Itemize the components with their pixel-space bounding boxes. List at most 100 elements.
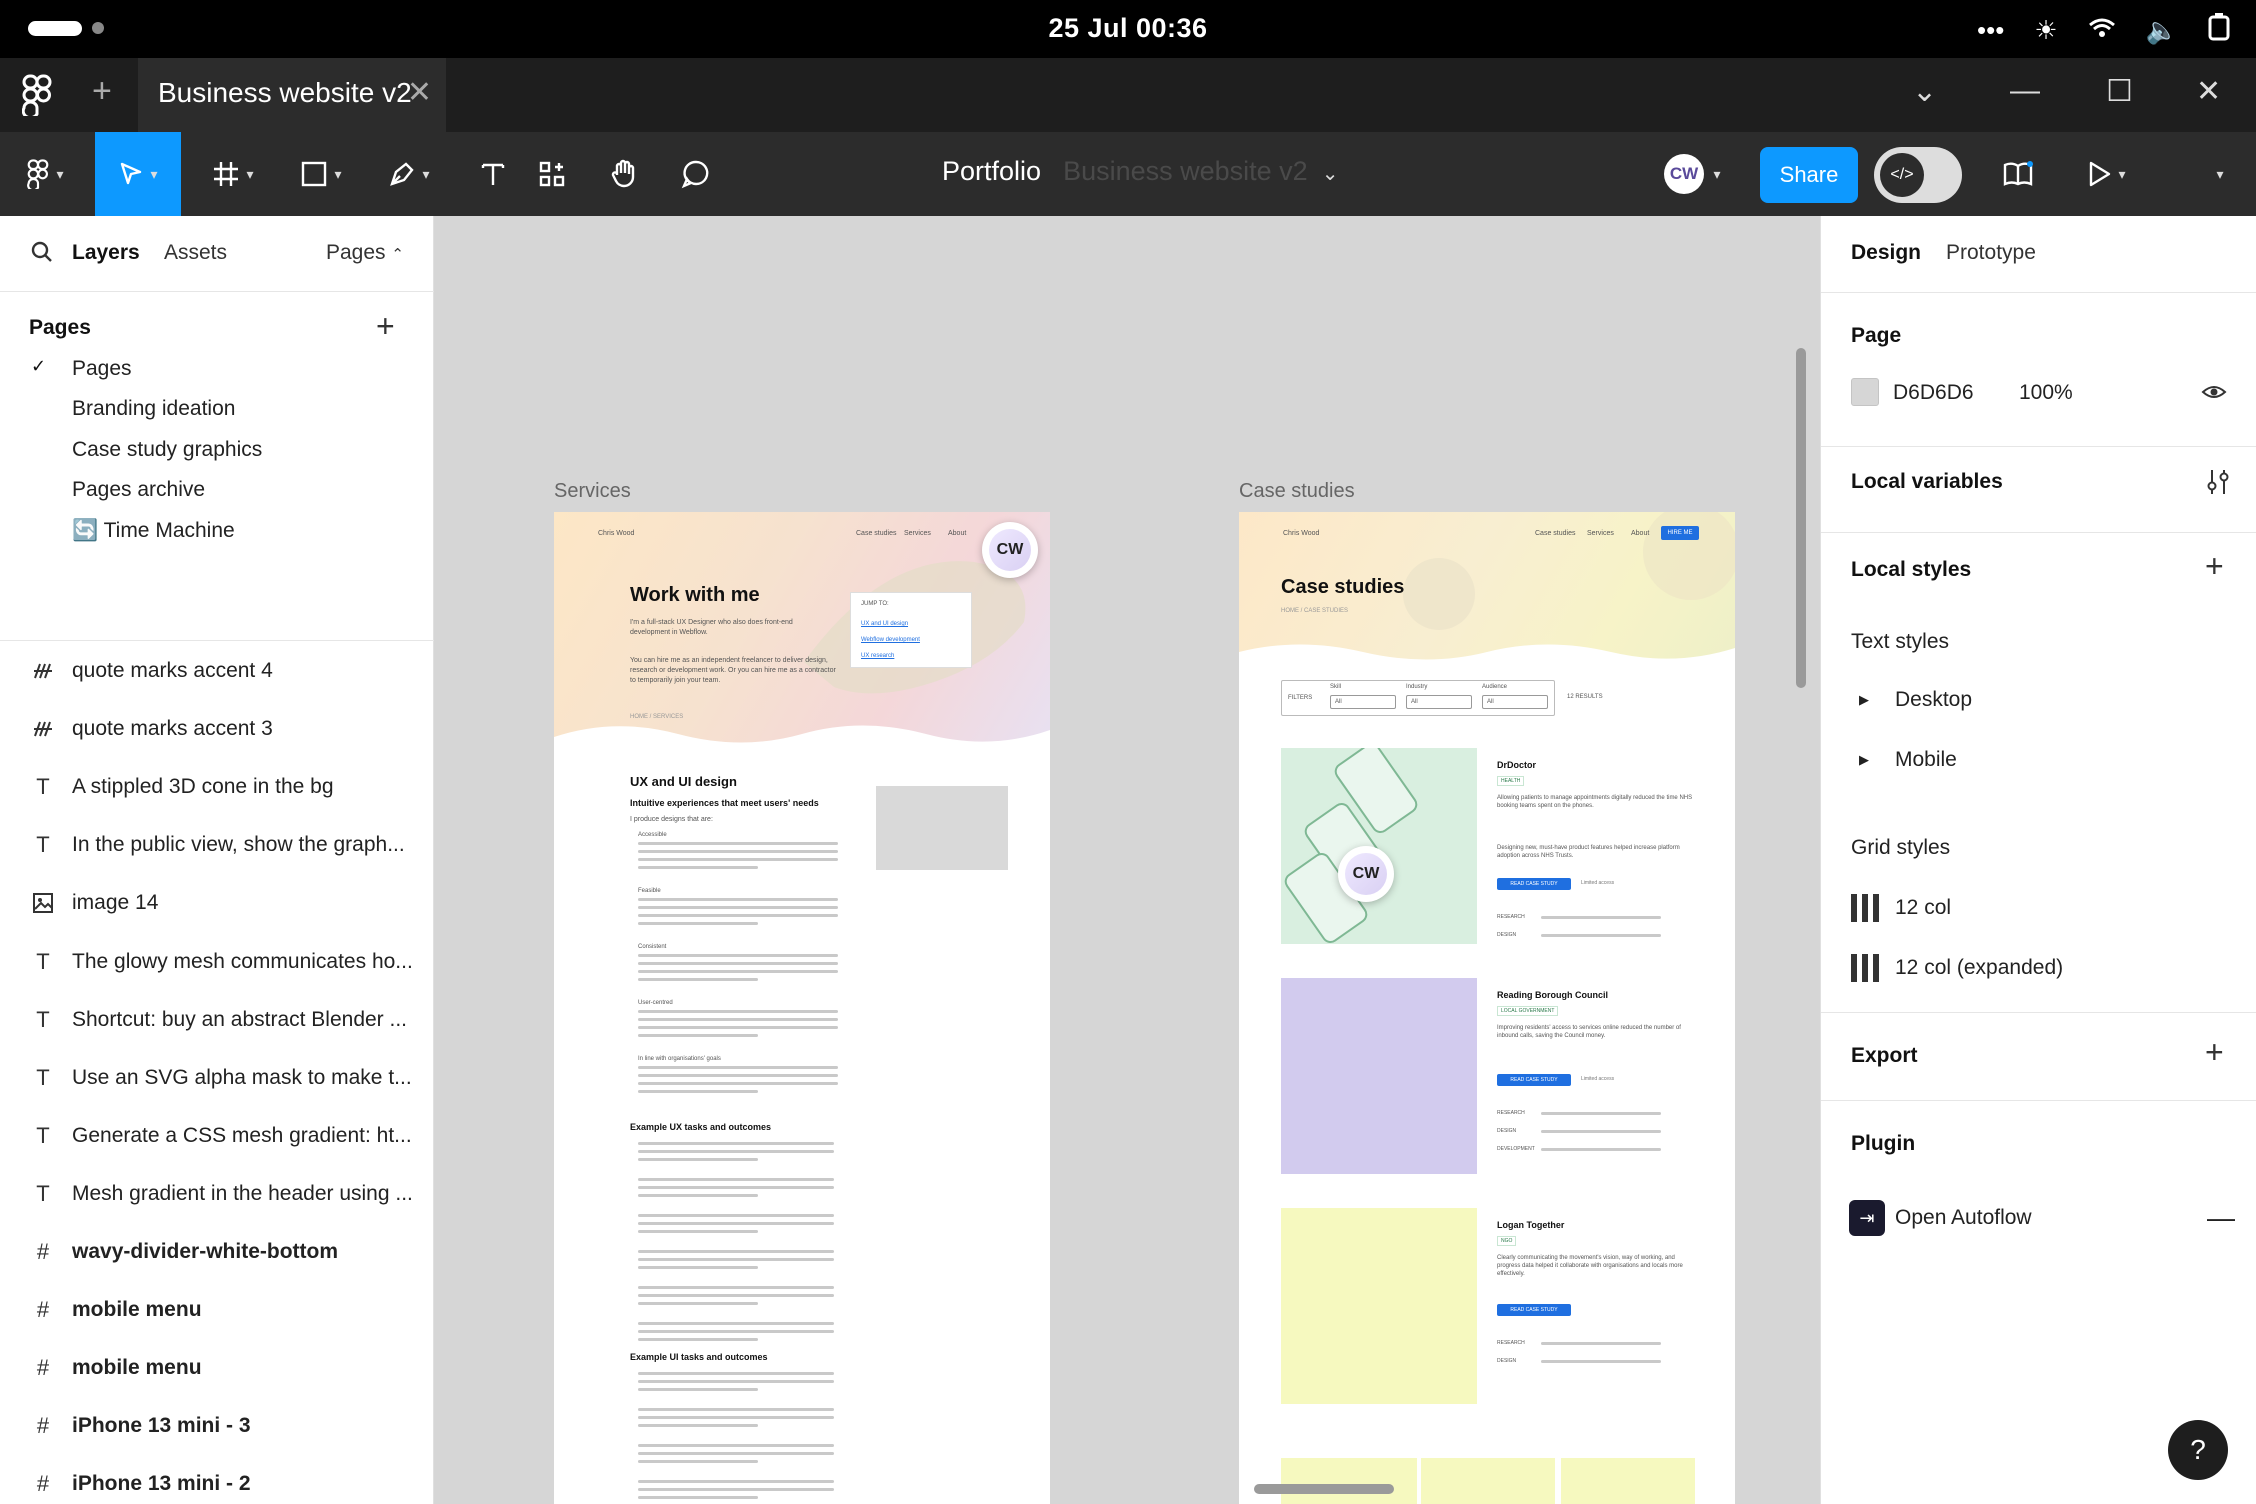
text-style-desktop[interactable]: Desktop (1895, 688, 1972, 712)
design-canvas[interactable]: Services Chris Wood Case studies Service… (434, 216, 1820, 1504)
pages-divider[interactable] (0, 640, 434, 641)
add-export-icon[interactable]: + (2205, 1034, 2224, 1071)
page-item[interactable]: 🔄 Time Machine (0, 502, 434, 560)
layer-row[interactable]: # mobile menu (0, 1281, 434, 1339)
layer-name: image 14 (72, 891, 159, 915)
text-tool-button[interactable] (458, 132, 528, 216)
text-style-mobile[interactable]: Mobile (1895, 748, 1957, 772)
services-frame[interactable]: Chris Wood Case studies Services About W… (554, 512, 1050, 1504)
layer-row[interactable]: image 14 (0, 874, 434, 932)
text-line (638, 1460, 758, 1463)
search-icon[interactable] (30, 240, 54, 264)
resources-tool-button[interactable] (520, 132, 584, 216)
text-line (638, 1066, 838, 1069)
file-breadcrumb[interactable]: Portfolio Business website v2 ⌄ (942, 156, 1338, 187)
eye-icon[interactable] (2201, 382, 2227, 402)
layer-row[interactable]: # iPhone 13 mini - 2 (0, 1455, 434, 1504)
pages-heading: Pages (29, 316, 91, 339)
close-window-icon[interactable]: ✕ (2196, 74, 2221, 109)
card-description: Improving residents' access to services … (1497, 1025, 1681, 1039)
tab-layers[interactable]: Layers (72, 241, 140, 265)
nav-case-studies: Case studies (856, 530, 897, 537)
text-line (638, 1480, 834, 1483)
layer-row[interactable]: # mobile menu (0, 1339, 434, 1397)
zoom-menu-button[interactable]: ▾ (2200, 132, 2240, 216)
move-tool-button[interactable]: ▾ (95, 132, 181, 216)
variables-sliders-icon[interactable] (2205, 468, 2231, 496)
chevron-down-icon[interactable]: ⌄ (1912, 74, 1937, 109)
shape-tool-button[interactable]: ▾ (286, 132, 356, 216)
tab-design[interactable]: Design (1851, 241, 1921, 265)
frame-icon: # (36, 1471, 50, 1497)
caret-right-icon[interactable]: ▶ (1859, 692, 1869, 708)
share-button[interactable]: Share (1760, 147, 1858, 203)
close-tab-icon[interactable]: ✕ (407, 75, 432, 110)
present-button[interactable]: ▾ (2076, 132, 2136, 216)
case-studies-frame[interactable]: Chris Wood Case studies Services About H… (1239, 512, 1735, 1504)
plugin-open-autoflow[interactable]: Open Autoflow (1895, 1206, 2032, 1230)
text-line (638, 1222, 834, 1225)
new-tab-icon[interactable]: + (92, 72, 112, 111)
frame-label-case-studies[interactable]: Case studies (1239, 480, 1355, 503)
local-variables[interactable]: Local variables (1851, 470, 2003, 494)
vector-icon (30, 716, 56, 742)
layer-row[interactable]: quote marks accent 3 (0, 700, 434, 758)
page-color-swatch[interactable] (1851, 378, 1879, 406)
more-dots-icon[interactable]: ••• (1977, 15, 2004, 46)
hire-me-button: HIRE ME (1661, 526, 1699, 540)
remove-plugin-icon[interactable]: — (2207, 1202, 2235, 1234)
avatar[interactable]: CW (1664, 154, 1704, 194)
pages-toggle-label: Pages (326, 241, 386, 264)
tab-assets[interactable]: Assets (164, 241, 227, 265)
project-name[interactable]: Portfolio (942, 156, 1041, 186)
layer-row[interactable]: T Use an SVG alpha mask to make t... (0, 1049, 434, 1107)
text-line (638, 1194, 758, 1197)
file-name[interactable]: Business website v2 (1063, 156, 1308, 186)
library-button[interactable] (1990, 132, 2046, 216)
chevron-up-icon: ⌃ (391, 246, 404, 263)
text-line (638, 1380, 834, 1383)
file-tab[interactable]: Business website v2 ✕ (138, 58, 446, 132)
frame-tool-button[interactable]: ▾ (198, 132, 268, 216)
pages-toggle[interactable]: Pages ⌃ (326, 241, 404, 265)
layer-row[interactable]: quote marks accent 4 (0, 642, 434, 700)
maximize-icon[interactable]: ☐ (2106, 74, 2133, 109)
canvas-horizontal-scrollbar[interactable] (1254, 1484, 1394, 1494)
page-color-hex[interactable]: D6D6D6 (1893, 381, 1974, 405)
grid-style-12col[interactable]: 12 col (1895, 896, 1951, 920)
text-line (638, 1018, 838, 1021)
layer-row[interactable]: T Shortcut: buy an abstract Blender ... (0, 991, 434, 1049)
hand-tool-button[interactable] (592, 132, 656, 216)
comment-tool-button[interactable] (664, 132, 728, 216)
figma-app: 25 Jul 00:36 ••• ☀ 🔈 + Business website … (0, 0, 2256, 1504)
pen-tool-button[interactable]: ▾ (374, 132, 444, 216)
add-style-icon[interactable]: + (2205, 548, 2224, 585)
caret-right-icon[interactable]: ▶ (1859, 752, 1869, 768)
layer-row[interactable]: T The glowy mesh communicates ho... (0, 933, 434, 991)
chevron-down-icon[interactable]: ⌄ (1322, 163, 1339, 185)
layer-row[interactable]: T Generate a CSS mesh gradient: ht... (0, 1107, 434, 1165)
tab-prototype[interactable]: Prototype (1946, 241, 2036, 265)
frame-label-services[interactable]: Services (554, 480, 631, 503)
page-item-label: Pages archive (72, 478, 206, 502)
figma-logo-icon[interactable] (22, 74, 52, 116)
layer-row[interactable]: T Mesh gradient in the header using ... (0, 1165, 434, 1223)
help-button[interactable]: ? (2168, 1420, 2228, 1480)
text-line (638, 850, 838, 853)
multiplayer-chevron-icon[interactable]: ▾ (1704, 132, 1730, 216)
layer-row[interactable]: # iPhone 13 mini - 3 (0, 1397, 434, 1455)
layer-row[interactable]: # wavy-divider-white-bottom (0, 1223, 434, 1281)
nav-services: Services (904, 530, 931, 537)
card-description-2: Designing new, must-have product feature… (1497, 845, 1680, 859)
hero-body: I'm a full-stack UX Designer who also do… (630, 619, 793, 636)
card-thumb (1421, 1458, 1555, 1504)
canvas-vertical-scrollbar[interactable] (1796, 348, 1806, 688)
dev-mode-toggle[interactable]: </> (1874, 147, 1962, 203)
main-menu-button[interactable]: ▾ (10, 132, 80, 216)
system-status-bar: 25 Jul 00:36 ••• ☀ 🔈 (0, 0, 2256, 58)
layer-row[interactable]: T In the public view, show the graph... (0, 816, 434, 874)
page-opacity[interactable]: 100% (2019, 381, 2073, 405)
layer-row[interactable]: T A stippled 3D cone in the bg (0, 758, 434, 816)
grid-style-12col-expanded[interactable]: 12 col (expanded) (1895, 956, 2063, 980)
minimize-icon[interactable]: — (2010, 74, 2040, 108)
